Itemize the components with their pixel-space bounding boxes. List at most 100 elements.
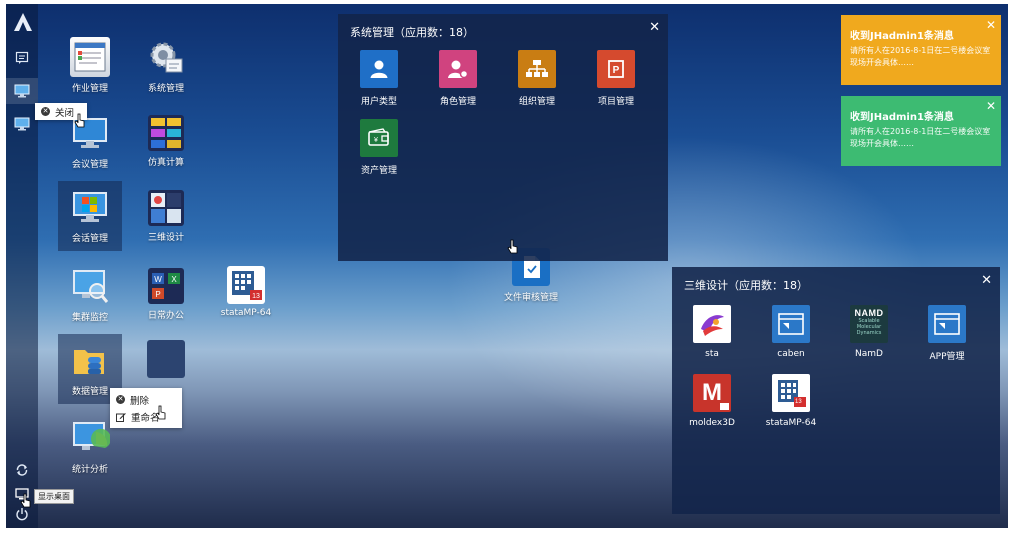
svg-text:P: P — [155, 290, 160, 299]
office-apps-icon: WX P — [148, 268, 184, 304]
desktop-icon-system-management[interactable]: 系统管理 — [134, 31, 198, 101]
stata-badge: 13 — [795, 399, 802, 405]
session-windows-icon — [70, 187, 110, 227]
stata-icon: 13 — [772, 374, 810, 412]
hand-cursor-icon — [74, 113, 85, 128]
refresh-icon[interactable] — [11, 460, 33, 480]
app-moldex3d[interactable]: M moldex3D — [682, 374, 742, 428]
app-app-management[interactable]: APP管理 — [917, 305, 977, 362]
desktop-icon-label: 作业管理 — [71, 84, 108, 94]
desktop-icon-simulation[interactable]: 仿真计算 — [134, 107, 198, 177]
show-desktop-tooltip: 显示桌面 — [34, 489, 74, 504]
taskbar-window-item-1[interactable] — [6, 78, 38, 104]
window-title: 三维设计（应用数：18） — [684, 279, 808, 292]
user-type-icon — [360, 50, 398, 88]
3d-design-icon — [148, 190, 184, 226]
close-icon[interactable]: ✕ — [986, 99, 996, 113]
namd-logo-text: NAMD — [854, 308, 884, 318]
delete-circle-icon: ✕ — [116, 395, 125, 404]
desktop-icon-label: 集群监控 — [71, 313, 108, 323]
desktop-icon-label: 文件审核管理 — [503, 293, 558, 303]
desktop-icon-label: 仿真计算 — [147, 158, 184, 168]
simulation-icon — [148, 115, 184, 151]
desktop-icon-3d-design[interactable]: 三维设计 — [134, 184, 198, 254]
app-label: 用户类型 — [360, 97, 397, 107]
app-asset-management[interactable]: ¥ 资产管理 — [349, 119, 409, 176]
desktop-icon-label: 系统管理 — [147, 84, 184, 94]
context-menu-delete[interactable]: ✕ 删除 — [110, 391, 182, 408]
app-stata[interactable]: 13 stataMP-64 — [761, 374, 821, 428]
moldex-icon: M — [693, 374, 731, 412]
svg-text:X: X — [171, 275, 177, 284]
desktop-icon-session-management[interactable]: 会话管理 — [58, 181, 122, 251]
app-label: 角色管理 — [439, 97, 476, 107]
notification-1[interactable]: 收到JHadmin1条消息 请所有人在2016-8-1日在二号楼会议室现场开会具… — [841, 15, 1001, 85]
taskbar-window-item-2[interactable] — [11, 114, 33, 134]
window-title: 系统管理（应用数：18） — [350, 26, 474, 39]
app-logo-icon[interactable] — [13, 12, 33, 32]
monitor-icon — [14, 117, 30, 131]
caben-window-icon — [772, 305, 810, 343]
notification-2[interactable]: 收到JHadmin1条消息 请所有人在2016-8-1日在二号楼会议室现场开会具… — [841, 96, 1001, 166]
system-gear-icon — [146, 37, 186, 77]
data-folder-icon — [70, 340, 110, 380]
app-label: 组织管理 — [518, 97, 555, 107]
app-label: stataMP-64 — [765, 418, 817, 428]
app-namd[interactable]: NAMD Scalable Molecular Dynamics NamD — [839, 305, 899, 359]
app-user-type[interactable]: 用户类型 — [349, 50, 409, 107]
desktop-icon-label: stataMP-64 — [220, 308, 272, 318]
app-organization[interactable]: 组织管理 — [507, 50, 567, 107]
svg-text:¥: ¥ — [374, 137, 378, 144]
job-management-icon — [70, 37, 110, 77]
3d-design-window: 三维设计（应用数：18） ✕ sta caben NAMD Scalable M… — [672, 267, 1000, 514]
hand-cursor-icon — [155, 405, 166, 420]
notification-title: 收到JHadmin1条消息 — [850, 31, 954, 42]
sta-icon — [693, 305, 731, 343]
monitor-icon — [14, 84, 30, 98]
app-label: 项目管理 — [597, 97, 634, 107]
svg-text:W: W — [154, 275, 162, 284]
app-caben[interactable]: caben — [761, 305, 821, 359]
desktop-icon-stata[interactable]: 13 stataMP-64 — [214, 260, 278, 330]
desktop-icon-label: 会议管理 — [71, 160, 108, 170]
app-label: sta — [705, 349, 719, 359]
context-menu-rename[interactable]: 重命名 — [110, 408, 182, 425]
desktop-icon-cluster-monitor[interactable]: 集群监控 — [58, 260, 122, 330]
moldex-badge — [720, 403, 729, 410]
cluster-monitor-icon — [70, 266, 110, 306]
app-role-management[interactable]: 角色管理 — [428, 50, 488, 107]
message-list-icon[interactable] — [11, 48, 33, 68]
desktop-icon-label: 会话管理 — [71, 234, 108, 244]
app-label: NamD — [855, 349, 883, 359]
desktop-icon-label: 统计分析 — [71, 465, 108, 475]
notification-title: 收到JHadmin1条消息 — [850, 112, 954, 123]
hand-cursor-icon — [507, 239, 518, 254]
app-label: APP管理 — [929, 352, 965, 362]
hand-cursor-icon — [20, 493, 31, 508]
organization-icon — [518, 50, 556, 88]
project-icon: P — [597, 50, 635, 88]
statistics-chart-icon — [70, 418, 111, 458]
app-label: caben — [777, 349, 805, 359]
svg-text:13: 13 — [252, 293, 260, 300]
app-project-management[interactable]: P 项目管理 — [586, 50, 646, 107]
context-menu-label: 关闭 — [55, 107, 75, 119]
context-menu-label: 删除 — [130, 395, 150, 407]
close-icon[interactable]: ✕ — [981, 273, 992, 288]
close-circle-icon: ✕ — [41, 107, 50, 116]
system-management-window: 系统管理（应用数：18） ✕ 用户类型 角色管理 组织管理 P 项目管理 ¥ 资… — [338, 14, 668, 261]
left-taskbar — [6, 4, 38, 528]
app-label: 资产管理 — [360, 166, 397, 176]
app-sta[interactable]: sta — [682, 305, 742, 359]
desktop: 作业管理 系统管理 会议管理 仿真计算 会话管理 三维设计 集群监控 W X P… — [6, 4, 1008, 528]
close-icon[interactable]: ✕ — [986, 18, 996, 32]
close-icon[interactable]: ✕ — [649, 20, 660, 35]
svg-text:P: P — [613, 65, 620, 76]
desktop-icon-job-management[interactable]: 作业管理 — [58, 31, 122, 101]
app-label: moldex3D — [689, 418, 735, 428]
namd-icon: NAMD Scalable Molecular Dynamics — [850, 305, 888, 343]
desktop-icon-daily-office[interactable]: WX P 日常办公 — [134, 260, 198, 330]
stata-icon: 13 — [227, 266, 265, 304]
desktop-icon-label: 日常办公 — [147, 311, 184, 321]
moldex-logo-text: M — [702, 379, 722, 406]
